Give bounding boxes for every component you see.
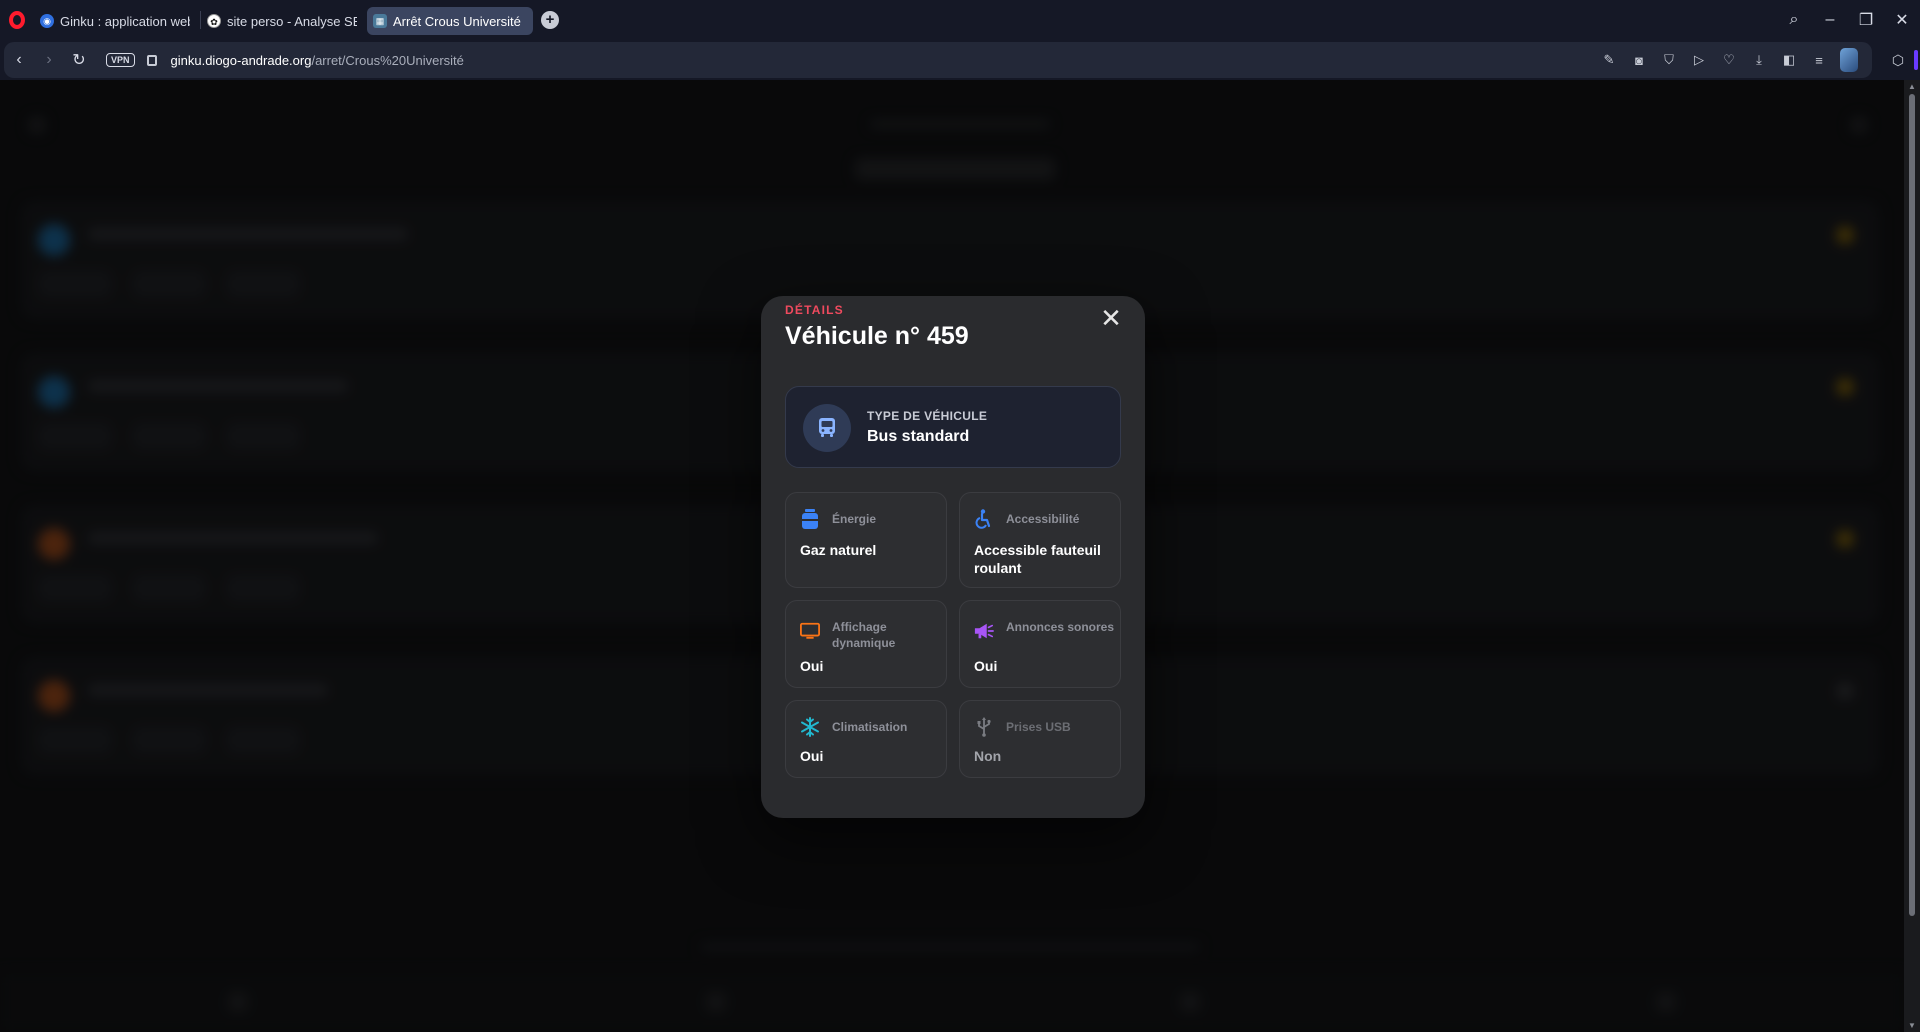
- bus-icon: [803, 404, 851, 452]
- window-controls: ⌕ – ❐ ✕: [1776, 0, 1920, 40]
- feature-audio-card: Annonces sonores Oui: [959, 600, 1121, 688]
- feature-value: Oui: [974, 658, 998, 674]
- shield-icon[interactable]: ⛉: [1660, 52, 1678, 68]
- close-button[interactable]: ✕: [1097, 304, 1125, 332]
- forward-icon[interactable]: ›: [34, 51, 64, 69]
- search-tabs-icon[interactable]: ⌕: [1776, 11, 1812, 29]
- address-tools: ✎ ◙ ⛉ ▷ ♡ ⤓ ◧ ≡: [1600, 42, 1858, 78]
- feature-accessibility-card: Accessibilité Accessible fauteuil roulan…: [959, 492, 1121, 588]
- extensions-cube-icon[interactable]: ⬡: [1886, 48, 1910, 72]
- new-tab-button[interactable]: +: [541, 11, 559, 29]
- tab-arret-crous[interactable]: ▦ Arrêt Crous Université — (: [367, 7, 533, 35]
- tab-site-perso[interactable]: ✿ site perso - Analyse SEO d: [201, 7, 367, 35]
- feature-value: Oui: [800, 658, 824, 674]
- edit-icon[interactable]: ✎: [1600, 52, 1618, 68]
- usb-icon: [974, 717, 994, 737]
- address-bar: ‹ › ↻ VPN ginku.diogo-andrade.org/arret/…: [4, 42, 1872, 78]
- feature-label: Prises USB: [1006, 720, 1071, 734]
- browser-tab-bar: ◉ Ginku : application web et ✿ site pers…: [0, 0, 1920, 40]
- scroll-down-icon[interactable]: ▼: [1904, 1021, 1920, 1030]
- menu-icon[interactable]: ≡: [1810, 53, 1828, 68]
- feature-value: Gaz naturel: [800, 542, 877, 558]
- tab-label: site perso - Analyse SEO d: [227, 13, 357, 29]
- back-icon[interactable]: ‹: [4, 51, 34, 69]
- restore-icon[interactable]: ❐: [1848, 10, 1884, 30]
- download-icon[interactable]: ⤓: [1750, 52, 1768, 68]
- feature-label: Énergie: [832, 512, 877, 526]
- snowflake-icon: [800, 717, 820, 737]
- modal-kicker: DÉTAILS: [785, 303, 844, 317]
- vpn-badge[interactable]: VPN: [106, 53, 135, 67]
- minimize-icon[interactable]: –: [1812, 11, 1848, 29]
- camera-icon[interactable]: ◙: [1630, 53, 1648, 68]
- feature-climate-card: Climatisation Oui: [785, 700, 947, 778]
- lock-icon[interactable]: [146, 54, 157, 66]
- feature-label: Accessibilité: [1006, 512, 1080, 526]
- url-field[interactable]: ginku.diogo-andrade.org/arret/Crous%20Un…: [171, 53, 464, 68]
- profile-avatar[interactable]: [1840, 48, 1858, 72]
- ginku-tab-favicon-icon: ▦: [373, 14, 387, 28]
- url-domain: ginku.diogo-andrade.org: [170, 52, 312, 68]
- sidebar-indicator: [1914, 50, 1918, 70]
- vehicle-type-card: TYPE DE VÉHICULE Bus standard: [785, 386, 1121, 468]
- modal-title: Véhicule n° 459: [785, 322, 969, 350]
- feature-display-card: Affichage dynamique Oui: [785, 600, 947, 688]
- vehicle-type-label: TYPE DE VÉHICULE: [867, 409, 988, 423]
- feature-label: Affichage dynamique: [832, 620, 896, 650]
- screen-icon: [800, 621, 820, 641]
- feature-value: Accessible fauteuil roulant: [974, 542, 1101, 576]
- tab-label: Ginku : application web et: [60, 13, 190, 29]
- feature-energy-card: Énergie Gaz naturel: [785, 492, 947, 588]
- scroll-up-icon[interactable]: ▲: [1904, 82, 1920, 91]
- sidebar-toggle-icon[interactable]: ◧: [1780, 52, 1798, 68]
- close-window-icon[interactable]: ✕: [1884, 10, 1920, 30]
- tab-ginku[interactable]: ◉ Ginku : application web et: [34, 7, 200, 35]
- reload-icon[interactable]: ↻: [64, 50, 94, 70]
- address-bar-row: ‹ › ↻ VPN ginku.diogo-andrade.org/arret/…: [0, 40, 1920, 80]
- feature-label: Climatisation: [832, 720, 908, 734]
- heart-icon[interactable]: ♡: [1720, 52, 1738, 68]
- feature-label: Annonces sonores: [1006, 620, 1115, 634]
- wheelchair-icon: [974, 509, 994, 529]
- url-path: /arret/Crous%20Université: [311, 52, 464, 68]
- gas-tank-icon: [800, 509, 820, 529]
- ginku-favicon-icon: ◉: [40, 14, 54, 28]
- send-icon[interactable]: ▷: [1690, 52, 1708, 68]
- feature-value: Oui: [800, 748, 824, 764]
- scrollbar-thumb[interactable]: [1909, 94, 1915, 916]
- opera-logo-icon[interactable]: [0, 0, 34, 40]
- vehicle-type-value: Bus standard: [867, 428, 970, 445]
- megaphone-icon: [974, 621, 994, 641]
- tab-label: Arrêt Crous Université — (: [393, 13, 523, 29]
- vehicle-details-modal: DÉTAILS Véhicule n° 459 ✕ TYPE DE VÉHICU…: [761, 296, 1145, 818]
- openai-favicon-icon: ✿: [207, 14, 221, 28]
- feature-usb-card: Prises USB Non: [959, 700, 1121, 778]
- feature-value: Non: [974, 748, 1002, 764]
- page-scrollbar[interactable]: ▲ ▼: [1904, 80, 1920, 1032]
